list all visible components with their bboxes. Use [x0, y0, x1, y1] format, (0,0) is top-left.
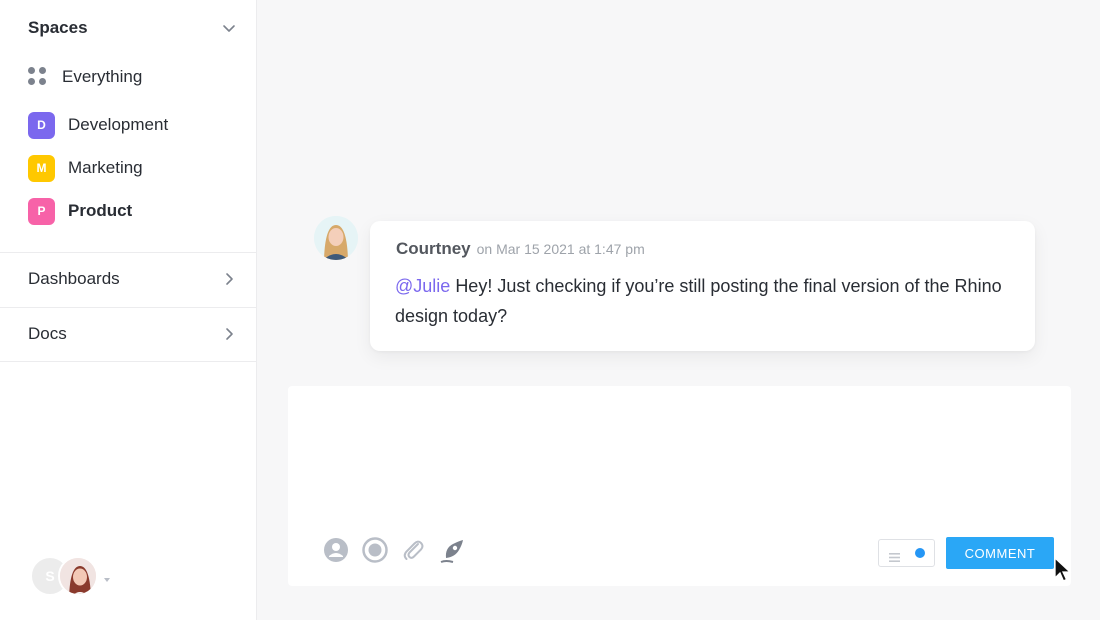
spaces-header[interactable]: Spaces: [0, 0, 257, 56]
comment-composer: COMMENT: [288, 386, 1071, 586]
sidebar: Spaces Everything D Development M Market…: [0, 0, 257, 620]
sidebar-item-marketing[interactable]: M Marketing: [28, 153, 143, 183]
list-icon: [889, 549, 900, 562]
sidebar-item-label: Marketing: [68, 158, 143, 177]
toggle-dot-icon: [915, 548, 925, 558]
user-mention[interactable]: @Julie: [395, 276, 450, 296]
sidebar-item-label: Dashboards: [28, 269, 120, 288]
sidebar-item-label: Product: [68, 201, 133, 220]
comment-message: Hey! Just checking if you’re still posti…: [395, 276, 1002, 326]
sidebar-item-label: Everything: [62, 67, 143, 86]
spaces-title: Spaces: [28, 18, 88, 37]
slash-command-icon[interactable]: [438, 536, 466, 564]
sidebar-item-product[interactable]: P Product: [28, 196, 132, 226]
user-photo-avatar: [58, 556, 98, 596]
chevron-right-icon: [221, 271, 237, 287]
caret-down-icon[interactable]: [102, 572, 112, 582]
sidebar-item-everything[interactable]: Everything: [28, 62, 142, 92]
comment-timestamp: on Mar 15 2021 at 1:47 pm: [476, 241, 645, 257]
divider: [0, 361, 257, 362]
comment-text: @Julie Hey! Just checking if you’re stil…: [395, 271, 1015, 331]
record-icon[interactable]: [361, 536, 389, 564]
space-badge: M: [28, 154, 55, 182]
mention-icon[interactable]: [322, 536, 350, 564]
chevron-down-icon[interactable]: [221, 20, 237, 36]
attachment-icon[interactable]: [399, 536, 427, 564]
sidebar-item-development[interactable]: D Development: [28, 110, 168, 140]
user-avatars[interactable]: S: [30, 556, 120, 598]
chevron-right-icon: [221, 326, 237, 342]
mouse-cursor-icon: [1053, 556, 1073, 584]
comment-card: Courtney on Mar 15 2021 at 1:47 pm @Juli…: [370, 221, 1035, 351]
space-badge: D: [28, 111, 55, 139]
commenter-avatar: [314, 216, 358, 260]
comment-button[interactable]: COMMENT: [946, 537, 1054, 569]
sidebar-item-dashboards[interactable]: Dashboards: [0, 252, 257, 306]
sidebar-item-docs[interactable]: Docs: [0, 307, 257, 361]
sidebar-item-label: Docs: [28, 324, 67, 343]
comment-header: Courtney on Mar 15 2021 at 1:47 pm: [396, 239, 645, 259]
comment-author[interactable]: Courtney: [396, 239, 471, 259]
space-badge: P: [28, 197, 55, 225]
view-toggle[interactable]: [878, 539, 935, 567]
sidebar-item-label: Development: [68, 115, 169, 134]
grid-icon: [28, 67, 48, 87]
comment-input[interactable]: [288, 386, 1071, 526]
